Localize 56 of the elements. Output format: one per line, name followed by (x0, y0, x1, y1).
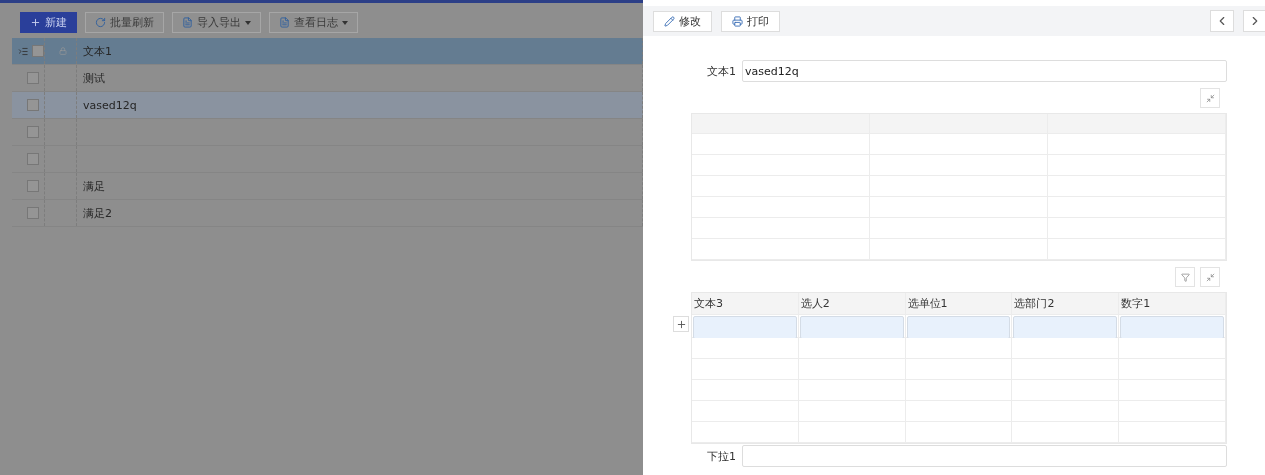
column-header: 选单位1 (905, 293, 1013, 315)
column-header: 文本3 (692, 293, 799, 315)
toolbar-button[interactable]: 新建 (20, 12, 77, 33)
plus-icon (30, 17, 41, 28)
column-header: 选人2 (798, 293, 906, 315)
checkbox[interactable] (27, 180, 39, 192)
table-cell: vased12q (83, 98, 137, 112)
previous-button[interactable] (1210, 10, 1234, 32)
printer-icon (732, 15, 743, 27)
table-row[interactable]: 满足2 (12, 200, 643, 227)
toolbar-button[interactable]: 导入导出 (172, 12, 261, 33)
collapse-arrows-icon (1205, 93, 1215, 103)
table-row[interactable]: vased12q (12, 92, 643, 119)
dropdown-field[interactable] (742, 445, 1227, 467)
table-row[interactable]: 测试 (12, 65, 643, 92)
lock-icon (59, 47, 67, 55)
collapse-arrows-icon (1205, 272, 1215, 282)
refresh-icon (95, 17, 106, 28)
action-button[interactable]: 修改 (653, 10, 712, 32)
column-header: 文本1 (83, 43, 112, 59)
checkbox[interactable] (27, 207, 39, 219)
table-row[interactable]: 满足 (12, 173, 643, 200)
table-row[interactable] (12, 146, 643, 173)
checkbox[interactable] (27, 126, 39, 138)
action-button[interactable]: 打印 (721, 10, 780, 32)
table-row[interactable] (12, 119, 643, 146)
input-cell[interactable] (906, 316, 1011, 339)
input-cell[interactable] (693, 316, 797, 339)
table-cell: 测试 (83, 70, 105, 86)
filter-button[interactable] (1175, 267, 1195, 287)
document-icon (279, 17, 290, 28)
input-cell[interactable] (799, 316, 904, 339)
checkbox[interactable] (32, 45, 44, 57)
column-header: 选部门2 (1012, 293, 1120, 315)
expand-button[interactable] (1200, 88, 1220, 108)
pencil-icon (664, 15, 675, 27)
table-cell: 满足2 (83, 205, 112, 221)
checkbox[interactable] (27, 72, 39, 84)
checkbox[interactable] (27, 153, 39, 165)
toolbar-button[interactable]: 查看日志 (269, 12, 358, 33)
input-field[interactable]: vased12q (742, 60, 1227, 82)
table-cell: 满足 (83, 178, 105, 194)
checkbox[interactable] (27, 99, 39, 111)
next-button[interactable] (1243, 10, 1265, 32)
toolbar-button[interactable]: 批量刷新 (85, 12, 164, 33)
column-header: 数字1 (1119, 293, 1226, 315)
expand-button[interactable] (1200, 267, 1220, 287)
plus-icon (675, 318, 687, 330)
field-label: 文本1 (706, 63, 736, 79)
add-row-button[interactable] (673, 316, 689, 332)
document-icon (182, 17, 193, 28)
input-cell[interactable] (1013, 316, 1118, 339)
field-label: 下拉1 (706, 448, 736, 464)
filter-icon (1180, 272, 1190, 282)
indent-icon[interactable] (18, 45, 29, 57)
input-cell[interactable] (1120, 316, 1224, 339)
